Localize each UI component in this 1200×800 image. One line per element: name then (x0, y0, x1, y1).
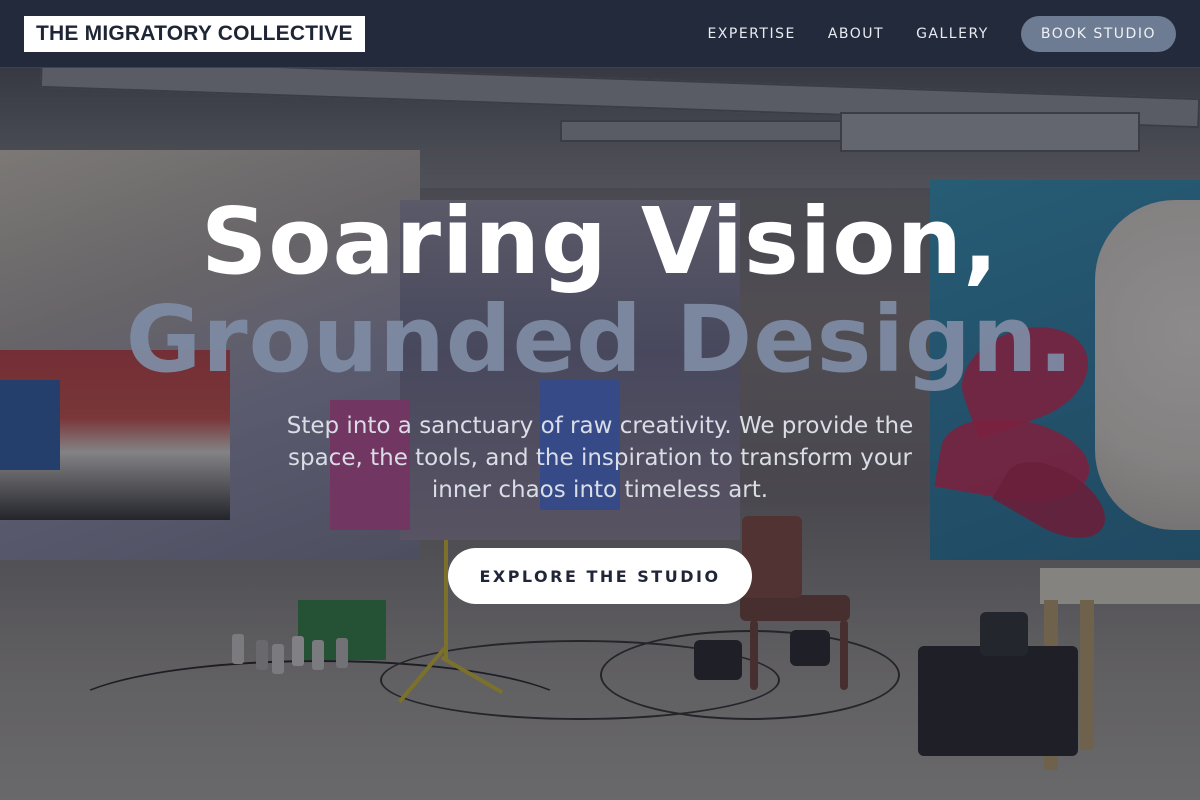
brand-logo[interactable]: THE MIGRATORY COLLECTIVE (24, 15, 365, 52)
hero-section: Soaring Vision, Grounded Design. Step in… (0, 68, 1200, 800)
nav-link-gallery[interactable]: GALLERY (916, 26, 989, 42)
nav-link-about[interactable]: ABOUT (828, 26, 884, 42)
book-studio-button[interactable]: BOOK STUDIO (1020, 15, 1176, 52)
hero-headline-line1: Soaring Vision, (201, 188, 999, 295)
hero-subtext: Step into a sanctuary of raw creativity.… (286, 413, 914, 503)
site-header: THE MIGRATORY COLLECTIVE EXPERTISE ABOUT… (0, 0, 1200, 68)
main-nav: EXPERTISE ABOUT GALLERY BOOK STUDIO (675, 15, 1176, 52)
explore-studio-button[interactable]: EXPLORE THE STUDIO (448, 548, 752, 604)
hero-headline-line2: Grounded Design. (125, 286, 1075, 393)
nav-link-expertise[interactable]: EXPERTISE (707, 26, 795, 42)
